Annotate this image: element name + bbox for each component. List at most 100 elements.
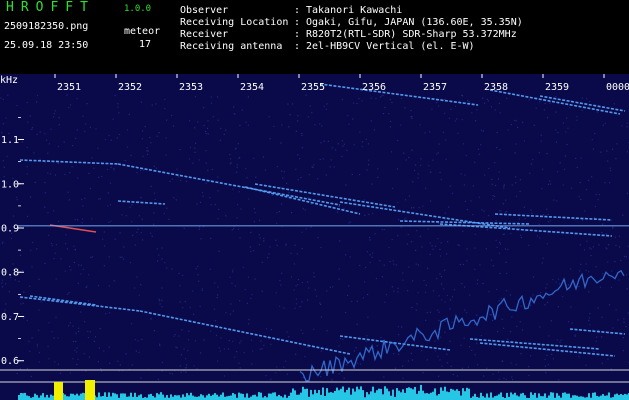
noise-dot	[440, 283, 443, 285]
noise-dot	[570, 306, 572, 308]
noise-dot	[417, 264, 420, 266]
noise-dot	[411, 116, 413, 118]
noise-dot	[198, 228, 200, 230]
noise-dot	[76, 363, 78, 366]
noise-dot	[623, 255, 626, 257]
noise-dot	[48, 358, 50, 360]
noise-dot	[528, 374, 530, 376]
noise-dot	[203, 107, 205, 109]
noise-dot	[356, 362, 358, 364]
noise-dot	[511, 316, 513, 318]
noise-dot	[589, 324, 591, 326]
noise-dot	[232, 269, 234, 271]
noise-dot	[217, 190, 219, 192]
noise-strip-bar	[534, 392, 536, 400]
noise-dot	[588, 179, 590, 181]
noise-dot	[31, 337, 33, 339]
noise-dot	[506, 211, 508, 213]
noise-dot	[36, 133, 38, 135]
noise-dot	[82, 268, 84, 270]
noise-strip-bar	[272, 392, 274, 400]
noise-dot	[610, 286, 613, 289]
noise-strip-bar	[232, 393, 234, 400]
noise-strip-bar	[480, 392, 482, 400]
noise-dot	[539, 237, 541, 239]
noise-dot	[323, 105, 325, 107]
noise-dot	[185, 180, 187, 182]
noise-dot	[546, 152, 548, 155]
noise-dot	[466, 260, 468, 262]
noise-dot	[7, 94, 9, 96]
noise-strip-bar	[418, 390, 420, 400]
noise-dot	[193, 365, 195, 367]
noise-dot	[188, 158, 190, 160]
noise-strip-bar	[428, 393, 430, 400]
noise-strip-bar	[50, 394, 52, 400]
noise-dot	[494, 109, 496, 111]
noise-dot	[595, 340, 597, 342]
noise-strip-bar	[166, 395, 168, 400]
noise-dot	[398, 219, 400, 221]
noise-dot	[348, 222, 350, 224]
noise-dot	[540, 140, 542, 142]
noise-dot	[22, 302, 24, 304]
noise-dot	[104, 139, 106, 141]
noise-strip-bar	[482, 396, 484, 400]
noise-dot	[463, 337, 465, 339]
noise-dot	[559, 341, 561, 343]
noise-dot	[331, 379, 333, 381]
noise-dot	[505, 261, 507, 263]
noise-dot	[210, 237, 212, 239]
noise-dot	[153, 212, 155, 214]
noise-dot	[54, 361, 56, 363]
noise-dot	[97, 147, 99, 149]
noise-dot	[281, 170, 283, 172]
noise-dot	[169, 180, 171, 182]
noise-strip-bar	[458, 391, 460, 400]
noise-dot	[607, 261, 609, 263]
noise-strip-bar	[406, 388, 408, 400]
noise-dot	[453, 289, 456, 291]
noise-dot	[407, 233, 409, 236]
noise-dot	[54, 174, 57, 176]
noise-dot	[451, 321, 453, 323]
noise-dot	[150, 142, 152, 144]
noise-dot	[137, 228, 139, 230]
noise-dot	[429, 131, 431, 133]
noise-strip-bar	[170, 394, 172, 400]
noise-dot	[560, 339, 562, 341]
noise-dot	[422, 205, 424, 207]
noise-dot	[520, 305, 522, 307]
noise-dot	[506, 97, 508, 99]
noise-strip-bar	[310, 389, 312, 400]
noise-strip-bar	[70, 393, 72, 400]
noise-dot	[28, 341, 30, 343]
noise-strip-bar	[356, 386, 358, 400]
noise-dot	[585, 263, 587, 265]
noise-strip-bar	[156, 393, 158, 400]
noise-dot	[321, 125, 323, 127]
noise-dot	[67, 191, 69, 193]
noise-dot	[281, 124, 283, 126]
noise-dot	[615, 244, 617, 246]
noise-dot	[533, 124, 535, 126]
noise-dot	[197, 265, 199, 267]
noise-dot	[276, 212, 278, 214]
noise-dot	[0, 97, 2, 99]
noise-strip-bar	[580, 396, 582, 400]
noise-dot	[307, 346, 309, 348]
noise-dot	[351, 300, 353, 303]
noise-dot	[595, 266, 597, 268]
noise-dot	[574, 335, 576, 337]
noise-dot	[230, 158, 232, 160]
noise-dot	[161, 287, 163, 289]
noise-dot	[301, 147, 303, 149]
noise-dot	[496, 246, 498, 248]
noise-dot	[523, 206, 525, 208]
noise-dot	[601, 362, 603, 364]
noise-dot	[559, 162, 561, 164]
noise-dot	[402, 377, 404, 379]
noise-dot	[548, 335, 550, 337]
noise-dot	[532, 294, 534, 296]
noise-dot	[460, 173, 462, 175]
